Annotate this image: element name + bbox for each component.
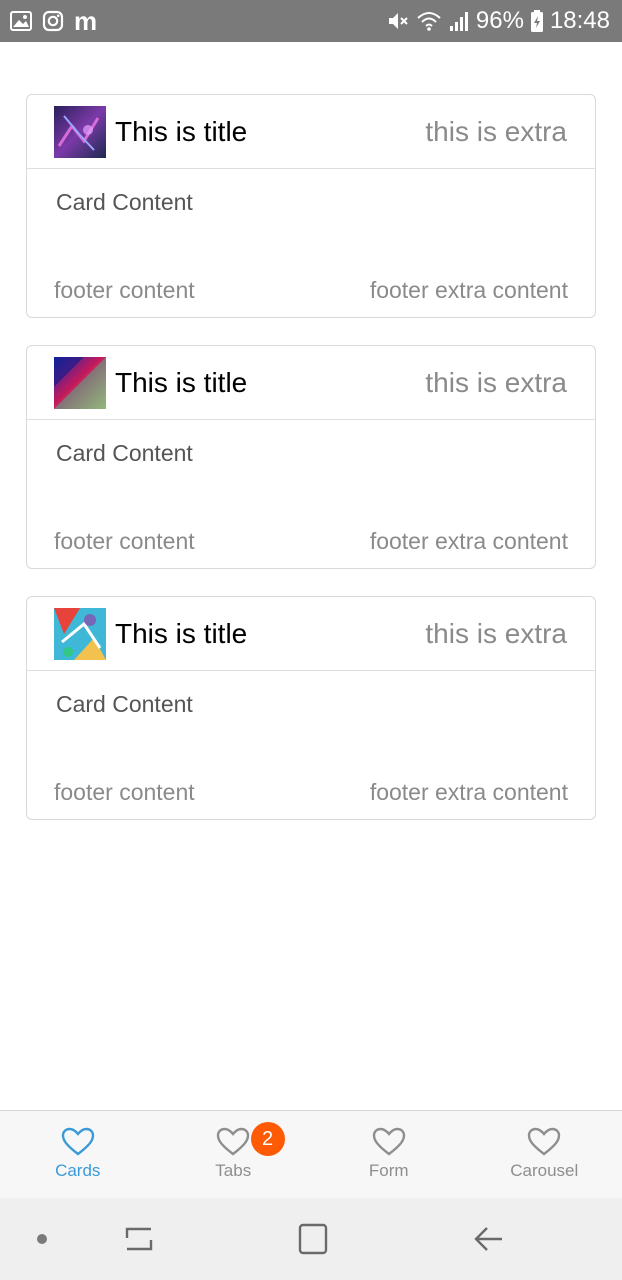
card-content: Card Content bbox=[56, 189, 193, 215]
status-bar: m 96% 18:48 bbox=[0, 0, 622, 42]
heart-icon bbox=[528, 1127, 561, 1156]
card-content: Card Content bbox=[56, 691, 193, 717]
tab-label: Tabs bbox=[215, 1161, 252, 1180]
signal-icon bbox=[448, 10, 470, 32]
home-icon[interactable] bbox=[298, 1223, 328, 1255]
card-footer: footer content bbox=[54, 277, 195, 303]
card[interactable]: This is title this is extra Card Content… bbox=[26, 596, 596, 820]
card-thumbnail bbox=[54, 106, 106, 158]
card[interactable]: This is title this is extra Card Content… bbox=[26, 94, 596, 318]
dot-icon[interactable] bbox=[37, 1234, 47, 1244]
card-header: This is title this is extra bbox=[27, 95, 595, 169]
card-thumbnail bbox=[54, 357, 106, 409]
card-title: This is title bbox=[115, 367, 248, 398]
card-footer-extra: footer extra content bbox=[369, 779, 568, 805]
tab-carousel[interactable]: Carousel bbox=[467, 1111, 622, 1199]
card-footer: footer content bbox=[54, 779, 195, 805]
card-title: This is title bbox=[115, 618, 248, 649]
card-header: This is title this is extra bbox=[27, 597, 595, 671]
card-footer-extra: footer extra content bbox=[369, 277, 568, 303]
card-extra: this is extra bbox=[425, 618, 567, 649]
gallery-icon bbox=[10, 11, 32, 31]
app-notification-letter: m bbox=[74, 5, 98, 36]
battery-icon bbox=[530, 9, 544, 33]
battery-percent: 96% bbox=[475, 7, 524, 34]
card-list: This is title this is extra Card Content… bbox=[26, 94, 596, 847]
tab-label: Cards bbox=[55, 1161, 101, 1180]
card-header: This is title this is extra bbox=[27, 346, 595, 420]
tab-label: Form bbox=[368, 1161, 409, 1180]
card-extra: this is extra bbox=[425, 367, 567, 398]
tab-label: Carousel bbox=[510, 1161, 579, 1180]
wifi-icon bbox=[416, 10, 442, 32]
mute-icon bbox=[386, 9, 410, 33]
tab-form[interactable]: Form bbox=[311, 1111, 467, 1199]
card-title: This is title bbox=[115, 116, 248, 147]
heart-icon bbox=[372, 1127, 405, 1156]
system-nav-bar bbox=[0, 1198, 622, 1280]
notification-badge: 2 bbox=[250, 1122, 285, 1156]
tab-tabs[interactable]: Tabs 2 bbox=[156, 1111, 312, 1199]
tab-bar: Cards Tabs 2 Form Carousel bbox=[0, 1110, 622, 1199]
clock: 18:48 bbox=[549, 7, 610, 34]
recent-apps-icon[interactable] bbox=[123, 1224, 155, 1254]
card-content: Card Content bbox=[56, 440, 193, 466]
heart-icon bbox=[217, 1127, 250, 1156]
back-icon[interactable] bbox=[472, 1224, 504, 1254]
card[interactable]: This is title this is extra Card Content… bbox=[26, 345, 596, 569]
card-thumbnail bbox=[54, 608, 106, 660]
card-footer-extra: footer extra content bbox=[369, 528, 568, 554]
tab-cards[interactable]: Cards bbox=[0, 1111, 156, 1199]
card-extra: this is extra bbox=[425, 116, 567, 147]
card-footer: footer content bbox=[54, 528, 195, 554]
heart-icon bbox=[61, 1127, 94, 1156]
instagram-icon bbox=[42, 10, 64, 32]
